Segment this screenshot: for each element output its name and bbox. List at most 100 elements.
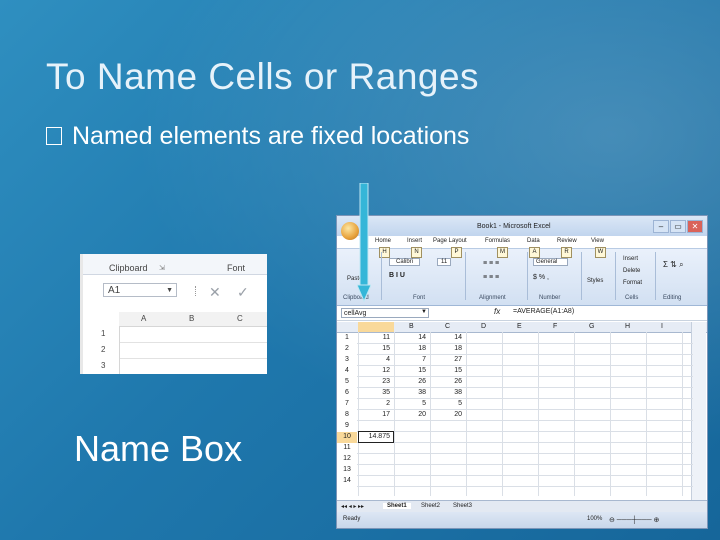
tab-home[interactable]: Home [375,238,391,244]
ribbon-separator [381,252,382,300]
insert-cells-button[interactable]: Insert [623,256,638,262]
row-gridline [357,365,693,366]
name-box-caption: Name Box [74,428,243,469]
cell-value[interactable]: 20 [396,411,426,418]
number-format-select[interactable]: General [533,258,569,266]
crop-clipboard-label: Clipboard [109,263,148,273]
row-header[interactable]: 8 [337,411,357,418]
column-header-h[interactable]: H [625,323,630,330]
column-header-b[interactable]: B [409,323,414,330]
cell-value[interactable]: 12 [360,367,390,374]
fx-icon[interactable]: fx [494,307,500,316]
cell-value[interactable]: 20 [432,411,462,418]
font-name-select[interactable]: Calibri [389,258,421,266]
row-gridline [357,398,693,399]
font-size-select[interactable]: 11 [437,258,452,266]
row-header[interactable]: 5 [337,378,357,385]
cell-value[interactable]: 35 [360,389,390,396]
column-header-c[interactable]: C [445,323,450,330]
row-header[interactable]: 11 [337,444,357,451]
crop-name-box[interactable]: A1 ▼ [103,283,177,297]
cell-value[interactable]: 14 [396,334,426,341]
cell-value[interactable]: 18 [432,345,462,352]
row-header[interactable]: 2 [337,345,357,352]
crop-col-c: C [237,314,243,323]
cell-value[interactable]: 26 [396,378,426,385]
cell-value[interactable]: 14 [432,334,462,341]
column-header-d[interactable]: D [481,323,486,330]
tab-view[interactable]: View [591,238,604,244]
row-gridline [357,376,693,377]
column-header-f[interactable]: F [553,323,557,330]
maximize-icon[interactable]: ▭ [670,220,686,233]
zoom-slider[interactable]: ⊖ ───┼─── ⊕ [609,516,659,524]
cell-value[interactable]: 27 [432,356,462,363]
row-header[interactable]: 9 [337,422,357,429]
column-header-e[interactable]: E [517,323,522,330]
column-header-i[interactable]: I [661,323,663,330]
cell-value[interactable]: 15 [432,367,462,374]
row-header[interactable]: 10 [337,433,357,440]
excel-window: Book1 - Microsoft Excel – ▭ ✕ Home Insert … [336,215,708,529]
column-gridline [430,332,431,496]
sheet-tab-2[interactable]: Sheet2 [421,503,440,509]
tab-insert[interactable]: Insert [407,238,422,244]
cell-value[interactable]: 5 [432,400,462,407]
row-gridline [357,431,693,432]
cell-value[interactable]: 7 [396,356,426,363]
row-header[interactable]: 1 [337,334,357,341]
minimize-icon[interactable]: – [653,220,669,233]
row-header[interactable]: 6 [337,389,357,396]
cancel-icon[interactable]: ✕ [209,284,221,301]
delete-cells-button[interactable]: Delete [623,268,640,274]
cell-value[interactable]: 5 [396,400,426,407]
cell-value[interactable]: 2 [360,400,390,407]
sheet-nav-icons[interactable]: ◂◂ ◂ ▸ ▸▸ [341,503,364,510]
row-header[interactable]: 3 [337,356,357,363]
chevron-down-icon[interactable]: ▼ [166,284,173,298]
enter-icon[interactable]: ✓ [237,284,249,301]
align-top-icons[interactable]: ≡ ≡ ≡ [483,260,499,267]
editing-icons[interactable]: Σ ⇅ ⌕ [663,260,684,270]
cell-value[interactable]: 17 [360,411,390,418]
tab-data[interactable]: Data [527,238,540,244]
row-gridline [357,464,693,465]
column-header-g[interactable]: G [589,323,594,330]
cell-value[interactable]: 15 [360,345,390,352]
ribbon-separator [527,252,528,300]
vertical-scrollbar[interactable] [691,322,706,500]
keytip-r: R [561,247,572,258]
row-header[interactable]: 13 [337,466,357,473]
row-header[interactable]: 12 [337,455,357,462]
cell-value[interactable]: 18 [396,345,426,352]
ribbon-separator [655,252,656,300]
name-box-dropdown-icon[interactable]: ▼ [421,309,427,315]
sheet-tab-1[interactable]: Sheet1 [383,503,411,509]
number-format-icons[interactable]: $ % , [533,274,549,281]
name-box[interactable]: cellAvg [341,308,429,318]
cell-value[interactable]: 23 [360,378,390,385]
cell-value[interactable]: 26 [432,378,462,385]
cell-value[interactable]: 15 [396,367,426,374]
cell-value[interactable]: 4 [360,356,390,363]
row-header[interactable]: 14 [337,477,357,484]
cell-value[interactable]: 11 [360,334,390,341]
crop-row-3: 3 [101,361,106,370]
font-format-buttons[interactable]: B I U [389,272,405,279]
cell-value[interactable]: 38 [432,389,462,396]
tab-review[interactable]: Review [557,238,577,244]
tab-formulas[interactable]: Formulas [485,238,510,244]
format-cells-button[interactable]: Format [623,280,642,286]
window-controls: – ▭ ✕ [652,220,703,233]
formula-input[interactable]: =AVERAGE(A1:A8) [513,308,574,315]
selected-column-header [358,322,394,332]
sheet-tab-3[interactable]: Sheet3 [453,503,472,509]
row-header[interactable]: 7 [337,400,357,407]
tab-page-layout[interactable]: Page Layout [433,238,467,244]
row-header[interactable]: 4 [337,367,357,374]
close-icon[interactable]: ✕ [687,220,703,233]
styles-button[interactable]: Styles [587,278,603,284]
active-cell-cellAvg[interactable] [358,431,394,443]
align-left-icons[interactable]: ≡ ≡ ≡ [483,274,499,281]
cell-value[interactable]: 38 [396,389,426,396]
